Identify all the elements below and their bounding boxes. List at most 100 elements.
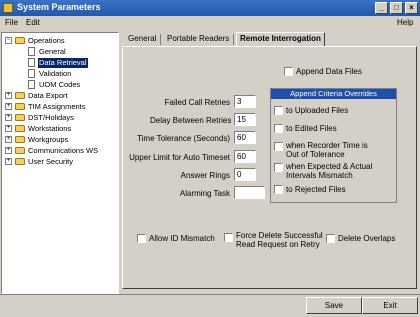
tab-strip: General Portable Readers Remote Interrog… [122,32,417,47]
tab-divider [160,34,161,45]
expand-icon[interactable]: + [5,103,12,110]
allow-id-mismatch-checkbox[interactable] [137,234,146,243]
tree-item-general[interactable]: General [2,47,118,57]
tree-item-label: User Security [28,157,74,166]
tree-item-data-export[interactable]: + Data Export [2,91,118,101]
intervals-mismatch-label-line1: when Expected & Actual [286,162,373,171]
folder-icon [15,92,25,99]
expand-icon[interactable]: + [5,125,12,132]
maximize-button[interactable]: □ [390,2,403,14]
tree-item-label: Data Export [28,91,68,100]
tree-item-label: Workstations [28,124,72,133]
expand-icon[interactable]: + [5,147,12,154]
tree-item-tim-assignments[interactable]: + TIM Assignments [2,102,118,112]
force-delete-successful-checkbox[interactable] [224,233,233,242]
delete-overlaps-label: Delete Overlaps [338,234,396,243]
tree-item-workstations[interactable]: + Workstations [2,124,118,134]
save-button[interactable]: Save [306,297,362,314]
app-icon [3,3,13,13]
exit-button[interactable]: Exit [362,297,418,314]
tree-item-operations[interactable]: − Operations [2,36,118,46]
menu-bar: File Edit Help [0,17,420,30]
tree-item-validation[interactable]: Validation [2,69,118,79]
tree-item-label: DST/Holidays [28,113,74,122]
failed-call-retries-input[interactable]: 3 [234,95,256,108]
tab-remote-interrogation[interactable]: Remote Interrogation [236,32,325,47]
document-icon [28,58,35,67]
expand-icon[interactable]: + [5,136,12,143]
tree-item-label: UOM Codes [39,80,81,89]
document-icon [28,69,35,78]
to-uploaded-files-label: to Uploaded Files [286,106,349,115]
footer-divider [0,294,420,295]
tree-item-label: TIM Assignments [28,102,86,111]
tree-item-workgroups[interactable]: + Workgroups [2,135,118,145]
tab-divider [233,34,234,45]
force-delete-label-line2: Read Request on Retry [236,240,320,249]
tree-item-data-retrieval[interactable]: Data Retrieval [2,58,118,68]
collapse-icon[interactable]: − [5,37,12,44]
tree-item-uom-codes[interactable]: UOM Codes [2,80,118,90]
recorder-time-out-of-tolerance-checkbox[interactable] [274,142,283,151]
failed-call-retries-label: Failed Call Retries [164,98,230,107]
upper-limit-auto-timeset-label: Upper Limit for Auto Timeset [129,153,230,162]
to-edited-files-checkbox[interactable] [274,124,283,133]
alarming-task-input[interactable] [234,186,265,199]
menu-file[interactable]: File [5,18,18,27]
to-uploaded-files-checkbox[interactable] [274,106,283,115]
to-rejected-files-label: to Rejected Files [286,185,346,194]
folder-icon [15,114,25,121]
tree-item-label: Communications WS [28,146,99,155]
tree-item-dst-holidays[interactable]: + DST/Holidays [2,113,118,123]
answer-rings-label: Answer Rings [180,171,230,180]
system-parameters-window: System Parameters _ □ × File Edit Help −… [0,0,420,317]
minimize-button[interactable]: _ [375,2,388,14]
to-rejected-files-checkbox[interactable] [274,185,283,194]
navigation-tree: − Operations General Data Retrieval Vali… [1,32,119,294]
tab-general[interactable]: General [128,33,156,46]
folder-open-icon [15,37,25,44]
folder-icon [15,103,25,110]
append-criteria-overrides-group: Append Criteria Overrides to Uploaded Fi… [270,88,397,203]
expand-icon[interactable]: + [5,158,12,165]
folder-icon [15,136,25,143]
alarming-task-label: Alarming Task [179,189,230,198]
tree-item-label: Data Retrieval [38,58,88,68]
title-bar: System Parameters _ □ × [0,0,420,16]
intervals-mismatch-checkbox[interactable] [274,163,283,172]
delay-between-retries-input[interactable]: 15 [234,113,256,126]
expand-icon[interactable]: + [5,92,12,99]
tree-item-label: Workgroups [28,135,69,144]
document-icon [28,80,35,89]
folder-icon [15,147,25,154]
folder-icon [15,158,25,165]
tree-item-user-security[interactable]: + User Security [2,157,118,167]
allow-id-mismatch-label: Allow ID Mismatch [149,234,215,243]
tree-item-label: Validation [39,69,72,78]
append-criteria-overrides-header: Append Criteria Overrides [271,89,396,99]
time-tolerance-label: Time Tolerance (Seconds) [137,134,230,143]
menu-edit[interactable]: Edit [26,18,40,27]
delete-overlaps-checkbox[interactable] [326,234,335,243]
recorder-time-label-line1: when Recorder Time is [286,141,368,150]
upper-limit-auto-timeset-input[interactable]: 60 [234,150,256,163]
time-tolerance-input[interactable]: 60 [234,131,256,144]
tree-item-label: Operations [28,36,65,45]
window-title: System Parameters [17,2,101,12]
append-data-files-checkbox[interactable] [284,67,293,76]
intervals-mismatch-label-line2: Intervals Mismatch [286,171,353,180]
expand-icon[interactable]: + [5,114,12,121]
tree-item-label: General [39,47,66,56]
answer-rings-input[interactable]: 0 [234,168,256,181]
tab-portable-readers[interactable]: Portable Readers [167,33,229,46]
document-icon [28,47,35,56]
to-edited-files-label: to Edited Files [286,124,337,133]
delay-between-retries-label: Delay Between Retries [150,116,232,125]
menu-help[interactable]: Help [397,18,413,27]
recorder-time-label-line2: Out of Tolerance [286,150,345,159]
tree-item-communications-ws[interactable]: + Communications WS [2,146,118,156]
append-data-files-label: Append Data Files [296,67,362,76]
force-delete-label-line1: Force Delete Successful [236,231,323,240]
close-button[interactable]: × [405,2,418,14]
folder-icon [15,125,25,132]
